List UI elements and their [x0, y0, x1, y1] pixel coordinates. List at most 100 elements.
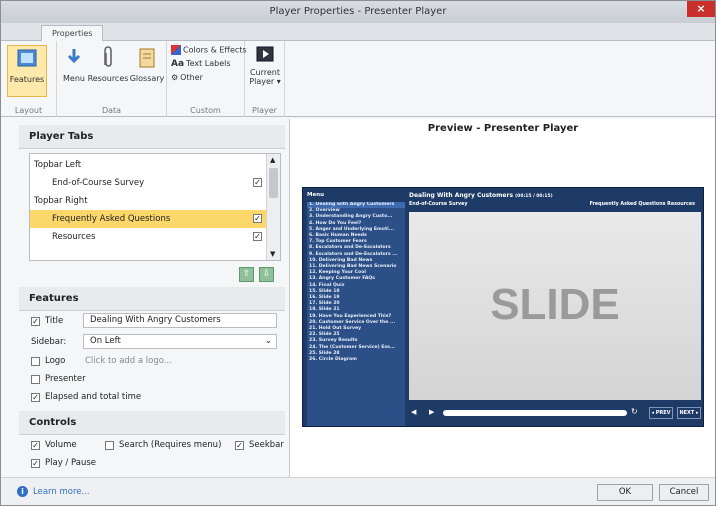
- ribbon-group-player: Current Player ▾ Player: [245, 41, 285, 117]
- scroll-down-icon[interactable]: ▼: [270, 250, 275, 258]
- list-group-topbar-left[interactable]: Topbar Left: [30, 156, 266, 174]
- current-player-label: Current: [249, 68, 281, 77]
- sidebar-label: Sidebar:: [31, 337, 67, 347]
- seekbar: [443, 410, 627, 416]
- prev-button: ◂ PREV: [649, 407, 673, 419]
- ribbon-group-layout: Features Layout: [1, 41, 57, 117]
- player-tabs-header: Player Tabs: [19, 125, 285, 149]
- text-labels-label: Text Labels: [186, 59, 231, 68]
- ribbon-group-custom: Colors & Effects Aa Text Labels ⚙ Other Cu…: [167, 41, 247, 117]
- menu-item: 3. Understanding Angry Custo...: [309, 214, 393, 220]
- cancel-button[interactable]: Cancel: [659, 484, 709, 501]
- list-scrollbar[interactable]: ▲ ▼: [266, 154, 280, 260]
- glossary-label: Glossary: [129, 74, 165, 83]
- ribbon: Features Layout Menu Resources Glossary …: [1, 41, 715, 117]
- move-up-button[interactable]: ⇧: [239, 267, 254, 282]
- other-button[interactable]: ⚙ Other: [171, 73, 203, 82]
- survey-link: End-of-Course Survey: [409, 202, 468, 207]
- controls-header: Controls: [19, 411, 285, 435]
- resources-checkbox[interactable]: ✓: [253, 232, 262, 241]
- menu-item: 9. Escalators and De-Escalators ...: [309, 251, 398, 257]
- sidebar-select-value: On Left: [90, 336, 121, 346]
- presenter-label: Presenter: [45, 374, 86, 384]
- elapsed-label: Elapsed and total time: [45, 392, 142, 402]
- colors-effects-button[interactable]: Colors & Effects: [171, 45, 247, 55]
- play-icon: ▶: [429, 408, 435, 416]
- info-icon: i: [17, 486, 28, 497]
- seekbar-label: Seekbar: [249, 440, 284, 450]
- volume-checkbox[interactable]: ✓: [31, 441, 40, 450]
- title-input[interactable]: Dealing With Angry Customers: [83, 313, 277, 328]
- move-down-button[interactable]: ⇩: [259, 267, 274, 282]
- window-title: Player Properties - Presenter Player: [269, 6, 447, 17]
- resources-button[interactable]: Resources: [87, 45, 129, 83]
- menu-label: Menu: [63, 74, 85, 83]
- tab-properties[interactable]: Properties: [41, 25, 104, 41]
- text-labels-button[interactable]: Aa Text Labels: [171, 59, 231, 69]
- current-player-label-2: Player ▾: [249, 77, 281, 86]
- play-pause-checkbox[interactable]: ✓: [31, 459, 40, 468]
- faq-checkbox[interactable]: ✓: [253, 214, 262, 223]
- title-checkbox[interactable]: ✓: [31, 317, 40, 326]
- slide-area: SLIDE: [409, 212, 701, 400]
- dialog-footer: i Learn more... OK Cancel: [1, 477, 715, 505]
- time-readout: (00:15 / 00:15): [515, 194, 553, 199]
- player-tabs-list: Topbar Left End-of-Course Survey ✓ Topba…: [29, 153, 281, 261]
- menu-button[interactable]: Menu: [61, 45, 87, 83]
- glossary-button[interactable]: Glossary: [129, 45, 165, 83]
- seekbar-checkbox[interactable]: ✓: [235, 441, 244, 450]
- course-title-text: Dealing With Angry Customers: [409, 192, 514, 199]
- player-icon: [256, 46, 274, 62]
- ribbon-group-data: Menu Resources Glossary Data: [57, 41, 167, 117]
- scroll-thumb[interactable]: [269, 168, 278, 198]
- scroll-up-icon[interactable]: ▲: [270, 156, 275, 164]
- arrow-up-icon: ⇧: [242, 269, 251, 279]
- palette-icon: [171, 45, 181, 55]
- current-player-button[interactable]: Current Player ▾: [247, 45, 283, 86]
- logo-placeholder[interactable]: Click to add a logo...: [85, 356, 172, 366]
- resources-label: Resources: [87, 74, 129, 83]
- ribbon-tab-strip: Properties: [1, 23, 715, 41]
- colors-effects-label: Colors & Effects: [183, 45, 247, 55]
- list-item-faq[interactable]: Frequently Asked Questions ✓: [30, 210, 266, 228]
- menu-header: Menu: [307, 192, 325, 198]
- close-button[interactable]: ×: [687, 1, 715, 17]
- settings-panel: Player Tabs Topbar Left End-of-Course Su…: [19, 119, 285, 477]
- properties-window: Player Properties - Presenter Player × P…: [0, 0, 716, 506]
- menu-item: 8. Escalators and De-Escalators: [309, 245, 391, 251]
- list-item-survey[interactable]: End-of-Course Survey ✓: [30, 174, 266, 192]
- chevron-down-icon: ⌄: [264, 336, 272, 346]
- logo-label: Logo: [45, 356, 66, 366]
- course-title: Dealing With Angry Customers (00:15 / 00…: [409, 192, 553, 199]
- group-label-layout: Layout: [14, 106, 43, 115]
- logo-checkbox[interactable]: [31, 357, 40, 366]
- title-bar: Player Properties - Presenter Player ×: [1, 1, 715, 23]
- arrow-down-icon: ⇩: [262, 269, 271, 279]
- slide-menu: 1. Dealing with Angry Customers 2. Overvi…: [307, 202, 405, 426]
- menu-icon: [67, 49, 81, 64]
- paperclip-icon: [104, 46, 112, 67]
- menu-item: 26. Circle Diagram: [309, 357, 357, 363]
- survey-checkbox[interactable]: ✓: [253, 178, 262, 187]
- other-label: Other: [180, 73, 203, 82]
- elapsed-checkbox[interactable]: ✓: [31, 393, 40, 402]
- features-label: Features: [9, 75, 45, 84]
- list-item-label: Frequently Asked Questions: [52, 214, 171, 224]
- player-preview: Menu 1. Dealing with Angry Customers 2. O…: [302, 187, 704, 427]
- sidebar-select[interactable]: On Left ⌄: [83, 334, 277, 349]
- volume-label: Volume: [45, 440, 77, 450]
- learn-more-link[interactable]: Learn more...: [33, 487, 90, 497]
- list-group-label: Topbar Right: [34, 196, 88, 206]
- player-controls: ◀ ▶ ↻ ◂ PREV NEXT ▸: [409, 406, 701, 420]
- search-checkbox[interactable]: [105, 441, 114, 450]
- features-button[interactable]: Features: [7, 45, 47, 97]
- list-item-label: End-of-Course Survey: [52, 178, 145, 188]
- list-item-resources[interactable]: Resources ✓: [30, 228, 266, 246]
- group-label-data: Data: [101, 106, 122, 115]
- presenter-checkbox[interactable]: [31, 375, 40, 384]
- play-pause-label: Play / Pause: [45, 458, 96, 468]
- preview-panel: Preview - Presenter Player Menu 1. Deali…: [289, 119, 715, 477]
- replay-icon: ↻: [631, 407, 638, 416]
- list-group-topbar-right[interactable]: Topbar Right: [30, 192, 266, 210]
- ok-button[interactable]: OK: [597, 484, 653, 501]
